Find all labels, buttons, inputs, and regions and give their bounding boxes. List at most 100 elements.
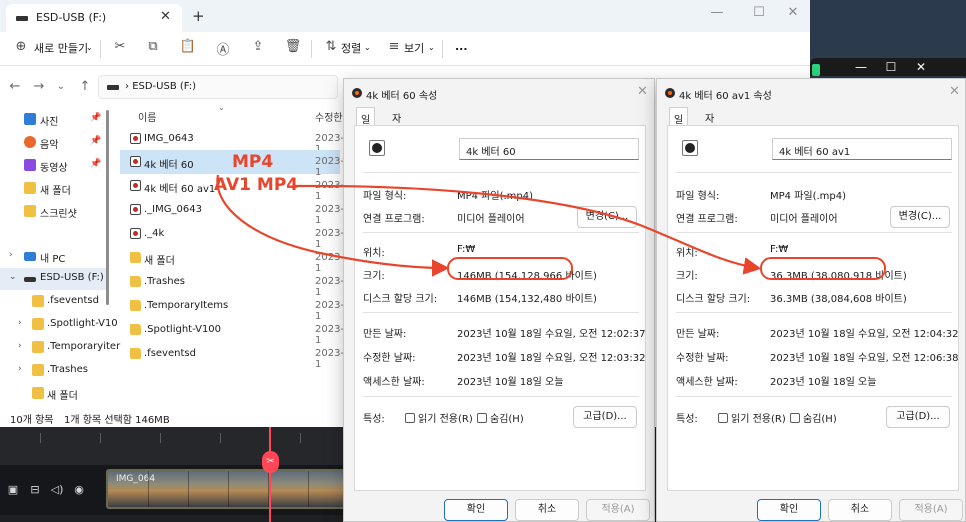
maximize-icon[interactable]: ☐ bbox=[744, 5, 774, 20]
close-icon[interactable]: ✕ bbox=[778, 5, 808, 20]
pin-icon: 📌 bbox=[90, 159, 102, 169]
advanced-button[interactable]: 고급(D)... bbox=[573, 406, 637, 428]
new-tab-icon[interactable]: + bbox=[192, 7, 205, 25]
lock-icon[interactable]: ⊟ bbox=[28, 483, 42, 496]
file-list: 이름 ⌄ 수정한 IMG_0643 2023-1 4k 베터 60 2023-1… bbox=[110, 103, 350, 408]
sidebar-item-temporaryitems[interactable]: › .Temporaryiter bbox=[0, 337, 120, 359]
copy-icon[interactable]: ⧉ bbox=[144, 39, 162, 54]
share-icon[interactable]: ⇪ bbox=[249, 39, 267, 54]
clip-frame-divider bbox=[188, 471, 189, 507]
change-button[interactable]: 변경(C)... bbox=[890, 206, 950, 228]
sidebar-item-new-folder-2[interactable]: 새 폴더 bbox=[0, 383, 108, 405]
minimize-icon[interactable]: — bbox=[702, 5, 732, 20]
film-icon[interactable]: ▣ bbox=[6, 483, 20, 496]
paste-icon[interactable]: 📋 bbox=[179, 39, 197, 54]
file-row[interactable]: .Trashes 2023-1 bbox=[120, 270, 344, 298]
view-icon[interactable]: ≡ bbox=[385, 39, 403, 54]
sidebar-item-trashes[interactable]: › .Trashes bbox=[0, 360, 108, 382]
address-field[interactable]: › ESD-USB (F:) bbox=[98, 75, 338, 99]
modified-label: 수정한 날짜: bbox=[363, 353, 416, 364]
explorer-tab[interactable]: ESD-USB (F:) ✕ bbox=[6, 4, 182, 32]
file-row[interactable]: 4k 베터 60 2023-1 bbox=[120, 150, 344, 178]
up-icon[interactable]: ↑ bbox=[76, 79, 94, 94]
new-plus-icon[interactable]: ⊕ bbox=[12, 39, 30, 54]
sidebar-scrollbar[interactable] bbox=[106, 110, 109, 305]
sidebar-item-new-folder[interactable]: 새 폴더 bbox=[0, 178, 108, 200]
more-button[interactable]: ... bbox=[455, 40, 468, 53]
tab-details[interactable]: 자세히 bbox=[701, 107, 718, 155]
close-icon[interactable]: ✕ bbox=[637, 84, 648, 99]
advanced-button[interactable]: 고급(D)... bbox=[886, 406, 950, 428]
chevron-right-icon[interactable]: › bbox=[18, 341, 22, 351]
file-name-field[interactable]: 4k 베터 60 bbox=[459, 138, 639, 160]
maximize-icon[interactable]: ☐ bbox=[876, 58, 906, 76]
pin-icon: 📌 bbox=[90, 113, 102, 123]
column-header-modified[interactable]: 수정한 bbox=[315, 109, 343, 124]
cut-icon[interactable]: ✂ bbox=[111, 39, 129, 54]
file-row[interactable]: 새 폴더 2023-1 bbox=[120, 246, 344, 274]
audio-icon[interactable]: ◁) bbox=[50, 483, 64, 496]
sidebar-item-esd-usb[interactable]: ⌄ ESD-USB (F:) bbox=[0, 268, 108, 290]
change-button[interactable]: 변경(C)... bbox=[577, 206, 637, 228]
close-icon[interactable]: ✕ bbox=[949, 84, 960, 99]
close-icon[interactable]: ✕ bbox=[906, 58, 936, 76]
chevron-right-icon[interactable]: › bbox=[18, 364, 22, 374]
folder-icon bbox=[24, 205, 36, 217]
sort-button[interactable]: 정렬 bbox=[341, 40, 361, 56]
sidebar-item-spotlight[interactable]: › .Spotlight-V10 bbox=[0, 314, 118, 336]
ruler-tick bbox=[100, 433, 101, 443]
back-icon[interactable]: ← bbox=[6, 79, 24, 94]
ok-button[interactable]: 확인 bbox=[757, 499, 821, 521]
forward-icon[interactable]: → bbox=[30, 79, 48, 94]
sidebar-item-videos[interactable]: 동영상 📌 bbox=[0, 155, 108, 177]
playhead[interactable] bbox=[269, 425, 271, 522]
readonly-checkbox[interactable]: 읽기 전용(R) bbox=[718, 410, 786, 425]
readonly-checkbox[interactable]: 읽기 전용(R) bbox=[405, 410, 473, 425]
video-clip[interactable]: IMG_064 bbox=[106, 469, 345, 509]
new-button[interactable]: 새로 만들기 bbox=[34, 40, 88, 56]
chevron-right-icon[interactable]: › bbox=[9, 250, 13, 260]
chevron-right-icon[interactable]: › bbox=[18, 318, 22, 328]
eye-icon[interactable]: ◉ bbox=[72, 483, 86, 496]
tab-close-icon[interactable]: ✕ bbox=[160, 9, 171, 24]
file-row[interactable]: .Spotlight-V100 2023-1 bbox=[120, 318, 344, 346]
checkbox-icon[interactable] bbox=[718, 413, 728, 423]
view-button[interactable]: 보기 bbox=[404, 40, 424, 56]
tab-general[interactable]: 일반 bbox=[669, 107, 689, 141]
file-row[interactable]: .fseventsd 2023-1 bbox=[120, 342, 344, 370]
ok-button[interactable]: 확인 bbox=[444, 499, 508, 521]
sidebar-item-music[interactable]: 음악 📌 bbox=[0, 132, 108, 154]
sidebar-item-this-pc[interactable]: › 내 PC bbox=[0, 246, 108, 268]
minimize-icon[interactable]: — bbox=[846, 58, 876, 76]
checkbox-icon[interactable] bbox=[477, 413, 487, 423]
tab-general[interactable]: 일반 bbox=[356, 107, 376, 141]
chevron-down-icon[interactable]: ⌄ bbox=[9, 272, 17, 282]
timeline-ruler bbox=[0, 425, 345, 465]
hidden-checkbox[interactable]: 숨김(H) bbox=[477, 410, 524, 425]
file-row[interactable]: IMG_0643 2023-1 bbox=[120, 127, 344, 155]
file-name: 4k 베터 60 av1 bbox=[144, 184, 216, 195]
hidden-checkbox[interactable]: 숨김(H) bbox=[790, 410, 837, 425]
file-row[interactable]: ._4k 2023-1 bbox=[120, 222, 344, 250]
file-row[interactable]: ._IMG_0643 2023-1 bbox=[120, 198, 344, 226]
sort-icon[interactable]: ⇅ bbox=[322, 39, 340, 54]
sidebar-item-screenshots[interactable]: 스크린샷 bbox=[0, 201, 108, 223]
recent-chevron-icon[interactable]: ⌄ bbox=[52, 81, 70, 92]
sidebar-item-photos[interactable]: 사진 📌 bbox=[0, 109, 108, 131]
tab-details[interactable]: 자세히 bbox=[388, 107, 405, 155]
apply-button[interactable]: 적용(A) bbox=[899, 499, 963, 521]
cancel-button[interactable]: 취소 bbox=[828, 499, 892, 521]
file-row[interactable]: .TemporaryItems 2023-1 bbox=[120, 294, 344, 322]
column-header-name[interactable]: 이름 bbox=[138, 109, 156, 124]
delete-icon[interactable]: 🗑 bbox=[284, 39, 302, 54]
checkbox-icon[interactable] bbox=[790, 413, 800, 423]
rename-icon[interactable]: Ⓐ bbox=[214, 39, 232, 58]
sidebar-item-fseventsd[interactable]: .fseventsd bbox=[0, 291, 108, 313]
checkbox-icon[interactable] bbox=[405, 413, 415, 423]
file-name-field[interactable]: 4k 베터 60 av1 bbox=[772, 138, 952, 160]
general-panel: 4k 베터 60 파일 형식: MP4 파일(.mp4) 연결 프로그램: 미디… bbox=[354, 125, 646, 491]
sidebar-item-label: .Trashes bbox=[47, 364, 88, 375]
apply-button[interactable]: 적용(A) bbox=[586, 499, 650, 521]
cancel-button[interactable]: 취소 bbox=[515, 499, 579, 521]
scissors-icon[interactable]: ✂ bbox=[262, 451, 279, 473]
